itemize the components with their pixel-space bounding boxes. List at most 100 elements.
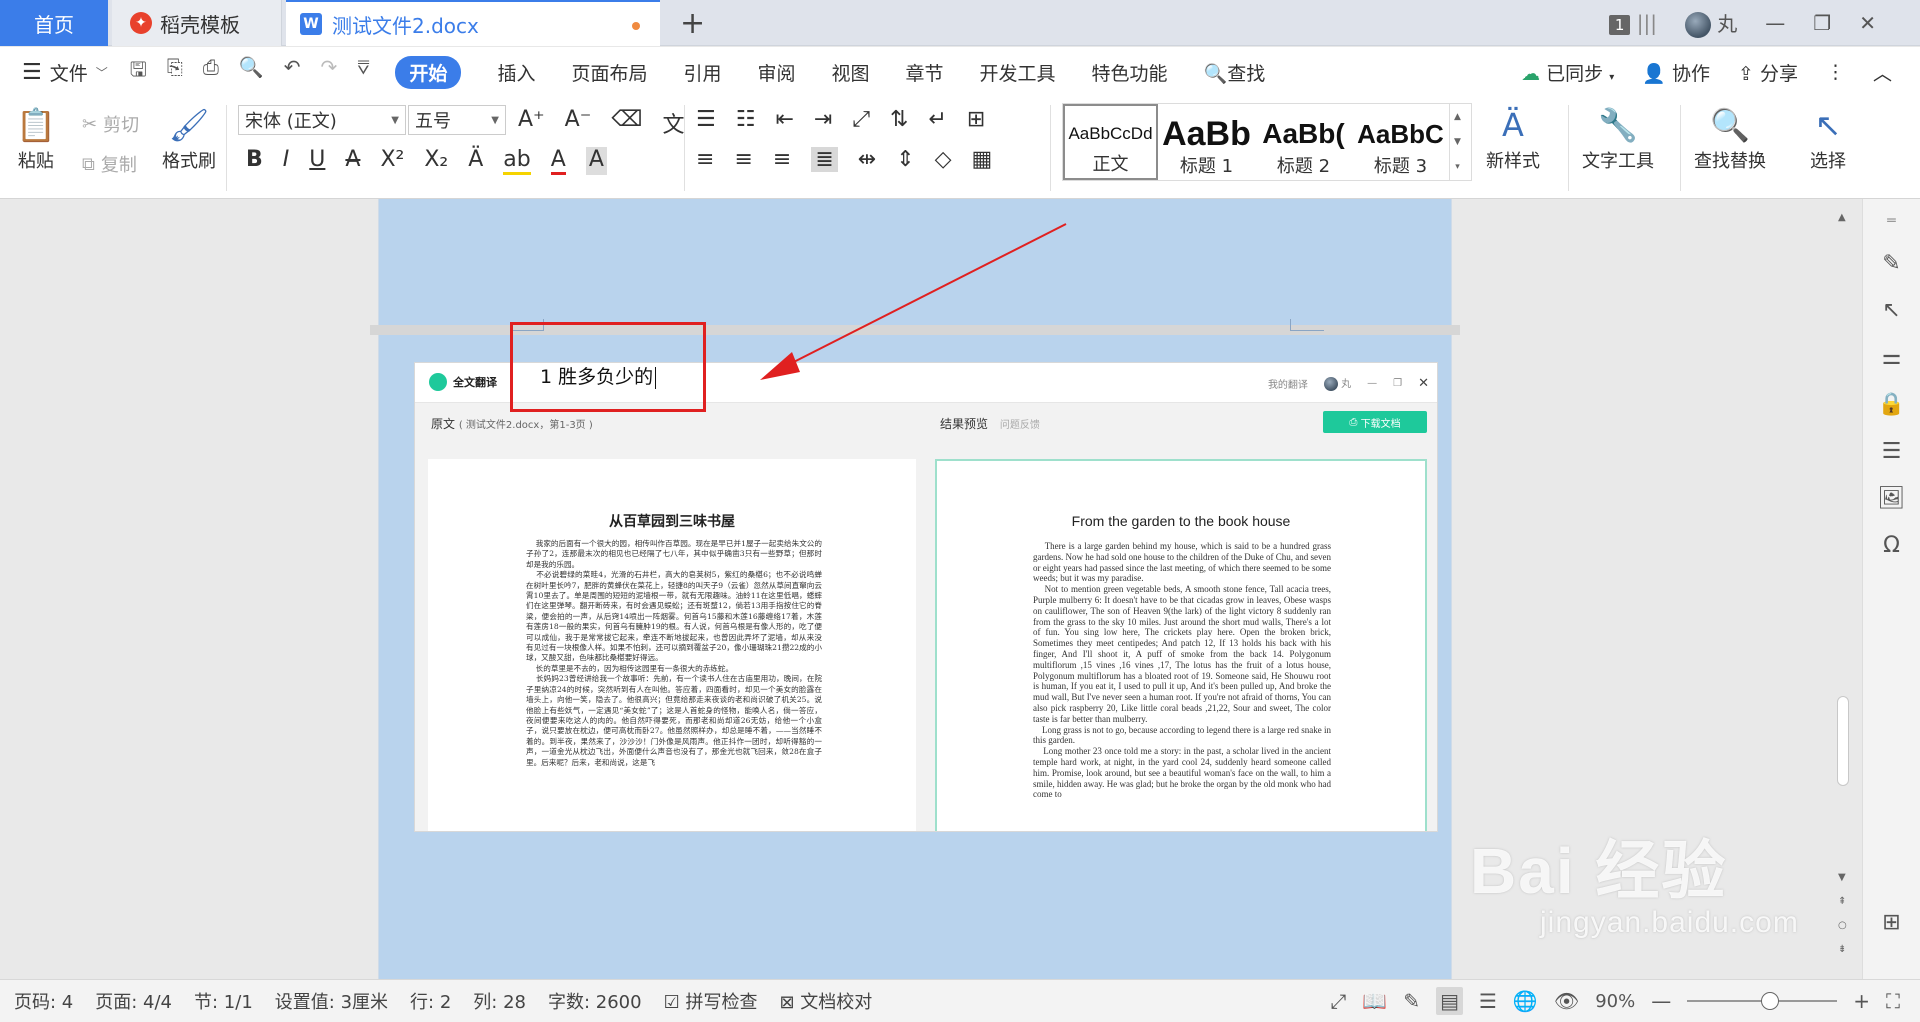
pen-icon[interactable]: ✎ bbox=[1882, 251, 1900, 276]
close-button[interactable]: ✕ bbox=[1859, 11, 1876, 35]
style-heading-3[interactable]: AaBbC 标题 3 bbox=[1352, 104, 1449, 180]
bold-icon[interactable]: B bbox=[246, 147, 263, 175]
char-shading-icon[interactable]: A bbox=[585, 147, 607, 175]
eraser-icon[interactable]: ⌫ bbox=[611, 107, 642, 139]
distribute-icon[interactable]: ⇹ bbox=[858, 147, 876, 172]
file-menu[interactable]: ☰ 文件 ﹀ bbox=[22, 59, 108, 86]
print-preview-icon[interactable]: 🔍 bbox=[239, 55, 264, 89]
cut-button[interactable]: ✂ 剪切 bbox=[82, 111, 139, 137]
align-right-icon[interactable]: ≡ bbox=[773, 147, 791, 172]
sync-status[interactable]: ☁ 已同步 ▾ bbox=[1521, 59, 1614, 86]
outline-view-icon[interactable]: ☰ bbox=[1479, 989, 1497, 1013]
menu-page-layout[interactable]: 页面布局 bbox=[571, 59, 647, 86]
decrease-indent-icon[interactable]: ⇤ bbox=[775, 107, 793, 132]
restore-button[interactable]: ❐ bbox=[1813, 11, 1831, 35]
style-heading-1[interactable]: AaBb 标题 1 bbox=[1158, 104, 1255, 180]
shrink-font-icon[interactable]: A⁻ bbox=[565, 107, 592, 139]
lock-icon[interactable]: 🔒 bbox=[1878, 392, 1905, 417]
increase-indent-icon[interactable]: ⇥ bbox=[814, 107, 832, 132]
write-mode-icon[interactable]: ✎ bbox=[1403, 989, 1420, 1013]
menu-developer[interactable]: 开发工具 bbox=[980, 59, 1056, 86]
export-icon[interactable]: ⎘ bbox=[167, 55, 183, 89]
status-word-count[interactable]: 字数: 2600 bbox=[548, 988, 642, 1014]
text-effect-icon[interactable]: Ä bbox=[468, 147, 483, 175]
zoom-level[interactable]: 90% bbox=[1595, 991, 1635, 1012]
italic-icon[interactable]: I bbox=[283, 147, 290, 175]
panel-collapse-icon[interactable]: ═ bbox=[1887, 213, 1895, 229]
align-left-icon[interactable]: ≡ bbox=[696, 147, 714, 172]
redo-icon[interactable]: ↷ bbox=[320, 55, 337, 89]
spell-check-button[interactable]: ☑ 拼写检查 bbox=[664, 988, 758, 1014]
zoom-in-icon[interactable]: + bbox=[1853, 989, 1870, 1013]
line-break-icon[interactable]: ↵ bbox=[928, 107, 946, 132]
fit-page-icon[interactable]: ⛶ bbox=[1886, 989, 1900, 1013]
collapse-ribbon-icon[interactable]: ︿ bbox=[1873, 59, 1892, 86]
superscript-icon[interactable]: X² bbox=[380, 147, 404, 175]
status-page[interactable]: 页面: 4/4 bbox=[95, 988, 172, 1014]
status-col[interactable]: 列: 28 bbox=[473, 988, 526, 1014]
table-icon[interactable]: ⊞ bbox=[967, 107, 985, 132]
omega-icon[interactable]: Ω bbox=[1883, 533, 1900, 558]
collaborate-button[interactable]: 👤 协作 bbox=[1642, 59, 1710, 86]
line-spacing-icon[interactable]: ⇕ bbox=[896, 147, 914, 172]
format-painter-button[interactable]: 🖌 格式刷 bbox=[162, 107, 216, 173]
style-gallery-scroll[interactable]: ▲ ▼ ▾ bbox=[1449, 104, 1465, 180]
undo-icon[interactable]: ↶ bbox=[284, 55, 301, 89]
proofread-button[interactable]: ⊠ 文档校对 bbox=[779, 988, 872, 1014]
shading-icon[interactable]: ◇ bbox=[935, 147, 952, 172]
menu-insert[interactable]: 插入 bbox=[497, 59, 535, 86]
strikethrough-icon[interactable]: A bbox=[345, 147, 360, 175]
font-name-select[interactable]: 宋体 (正文) ▼ bbox=[238, 105, 406, 135]
menu-start[interactable]: 开始 bbox=[395, 55, 462, 89]
status-setting[interactable]: 设置值: 3厘米 bbox=[275, 988, 388, 1014]
pointer-icon[interactable]: ↖ bbox=[1882, 298, 1900, 323]
status-row[interactable]: 行: 2 bbox=[410, 988, 451, 1014]
status-page-code[interactable]: 页码: 4 bbox=[14, 988, 73, 1014]
font-color-icon[interactable]: A bbox=[550, 147, 566, 175]
menu-review[interactable]: 审阅 bbox=[757, 59, 795, 86]
tab-home[interactable]: 首页 bbox=[0, 0, 108, 46]
sliders-icon[interactable]: ⚌ bbox=[1882, 345, 1902, 370]
paste-button[interactable]: 📋 粘贴 bbox=[16, 107, 56, 173]
user-profile[interactable]: 丸 bbox=[1684, 8, 1737, 39]
phonetic-icon[interactable]: 文 bbox=[662, 107, 684, 139]
print-icon[interactable]: ⎙ bbox=[203, 55, 219, 89]
menu-references[interactable]: 引用 bbox=[683, 59, 721, 86]
menu-chapter[interactable]: 章节 bbox=[906, 59, 944, 86]
style-heading-2[interactable]: AaBb( 标题 2 bbox=[1255, 104, 1352, 180]
borders-icon[interactable]: ▦ bbox=[972, 147, 993, 172]
select-button[interactable]: ↖ 选择 bbox=[1810, 107, 1846, 173]
minimize-button[interactable]: — bbox=[1765, 11, 1785, 35]
web-view-icon[interactable]: 🌐 bbox=[1513, 989, 1538, 1013]
justify-icon[interactable]: ≣ bbox=[811, 147, 838, 172]
align-center-icon[interactable]: ≡ bbox=[734, 147, 752, 172]
text-tools-button[interactable]: 🔧 文字工具 bbox=[1582, 107, 1654, 173]
new-style-button[interactable]: Ä 新样式 bbox=[1486, 107, 1540, 173]
scroll-up-icon[interactable]: ▲ bbox=[1838, 212, 1846, 223]
tab-template[interactable]: ✦ 稻壳模板 bbox=[112, 0, 282, 46]
page-view-icon[interactable]: ▤ bbox=[1436, 987, 1463, 1015]
scroll-thumb[interactable] bbox=[1837, 696, 1849, 786]
copy-button[interactable]: ⧉ 复制 bbox=[82, 151, 137, 177]
add-tab-button[interactable]: + bbox=[680, 6, 705, 41]
find-replace-button[interactable]: 🔍 查找替换 bbox=[1694, 107, 1766, 173]
font-size-select[interactable]: 五号 ▼ bbox=[408, 105, 506, 135]
outline-icon[interactable]: ☰ bbox=[1882, 439, 1902, 464]
menu-features[interactable]: 特色功能 bbox=[1092, 59, 1168, 86]
text-direction-icon[interactable]: ⤢ bbox=[852, 107, 870, 132]
sort-icon[interactable]: ⇅ bbox=[890, 107, 908, 132]
numbered-list-icon[interactable]: ☷ bbox=[736, 107, 756, 132]
underline-icon[interactable]: U bbox=[309, 147, 325, 175]
grow-font-icon[interactable]: A⁺ bbox=[518, 107, 545, 139]
status-section[interactable]: 节: 1/1 bbox=[194, 988, 253, 1014]
image-icon[interactable]: 🖼 bbox=[1878, 486, 1906, 511]
bullet-list-icon[interactable]: ☰ bbox=[696, 107, 716, 132]
zoom-slider-knob[interactable] bbox=[1760, 992, 1779, 1010]
zoom-slider[interactable] bbox=[1687, 992, 1838, 1010]
window-count-badge[interactable]: 1 ||| bbox=[1608, 11, 1657, 35]
fullscreen-icon[interactable]: ⤢ bbox=[1330, 989, 1346, 1013]
read-mode-icon[interactable]: 📖 bbox=[1362, 989, 1387, 1013]
zoom-out-icon[interactable]: — bbox=[1651, 989, 1671, 1013]
menu-search[interactable]: 🔍查找 bbox=[1204, 59, 1266, 86]
more-options-icon[interactable]: ⋮ bbox=[1826, 61, 1845, 83]
